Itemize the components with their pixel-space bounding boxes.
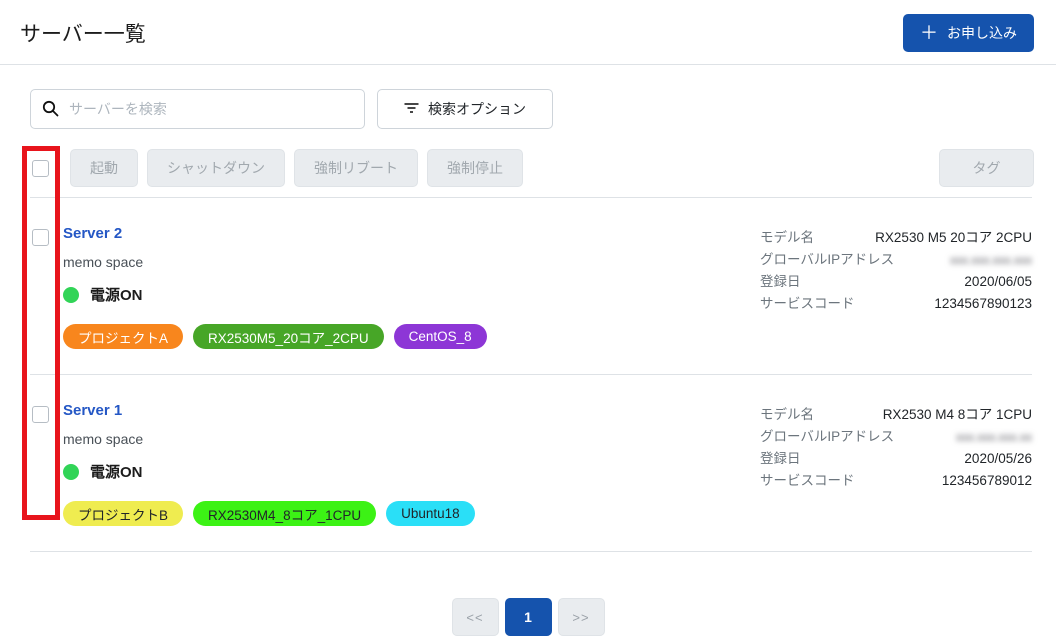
page-header: サーバー一覧 ＋ お申し込み [0,0,1056,64]
server-list: Server 2 memo space 電源ON プロジェクトA RX2530M5… [0,198,1056,552]
search-box [30,89,365,129]
search-input[interactable] [30,89,365,129]
search-icon [42,100,59,122]
pagination: << 1 >> [0,598,1056,636]
detail-label: サービスコード [760,470,855,492]
detail-value: 2020/05/26 [964,448,1032,470]
toolbar-actions: 起動シャットダウン強制リブート強制停止 [70,149,523,187]
toolbar-action-button[interactable]: 起動 [70,149,138,187]
pagination-page-1-button[interactable]: 1 [505,598,552,636]
server-row: Server 1 memo space 電源ON プロジェクトB RX2530M4… [0,375,1056,551]
detail-label: モデル名 [760,227,814,249]
apply-button[interactable]: ＋ お申し込み [903,14,1034,52]
server-details: モデル名 RX2530 M4 8コア 1CPUグローバルIPアドレス xxx.xxx… [760,404,1032,526]
server-detail-line: グローバルIPアドレス xxx.xxx.xxx.xx [760,426,1032,449]
server-detail-line: モデル名 RX2530 M5 20コア 2CPU [760,227,1032,249]
server-memo: memo space [63,254,760,270]
server-main: Server 1 memo space 電源ON プロジェクトB RX2530M4… [63,393,760,526]
detail-label: サービスコード [760,293,855,315]
detail-value: RX2530 M4 8コア 1CPU [883,404,1032,426]
detail-label: 登録日 [760,271,801,293]
server-memo: memo space [63,431,760,447]
row-divider [30,551,1032,552]
server-details: モデル名 RX2530 M5 20コア 2CPUグローバルIPアドレス xxx.xx… [760,227,1032,349]
detail-value: 2020/06/05 [964,271,1032,293]
toolbar-action-button[interactable]: 強制停止 [427,149,523,187]
server-row: Server 2 memo space 電源ON プロジェクトA RX2530M5… [0,198,1056,374]
server-detail-line: サービスコード 123456789012 [760,470,1032,492]
server-detail-line: モデル名 RX2530 M4 8コア 1CPU [760,404,1032,426]
server-power-status: 電源ON [63,461,760,482]
server-power-status: 電源ON [63,284,760,305]
server-row-checkbox[interactable] [32,406,49,423]
detail-value: RX2530 M5 20コア 2CPU [875,227,1032,249]
detail-label: グローバルIPアドレス [760,426,894,448]
server-row-checkbox[interactable] [32,229,49,246]
detail-value: 1234567890123 [934,293,1032,315]
search-row: 検索オプション [0,65,1056,147]
power-status-label: 電源ON [90,284,143,305]
select-all-checkbox[interactable] [32,160,49,177]
detail-value: 123456789012 [942,470,1032,492]
pagination-prev-button[interactable]: << [452,598,499,636]
server-tag-badge: RX2530M5_20コア_2CPU [193,324,384,349]
server-detail-line: 登録日 2020/06/05 [760,271,1032,293]
detail-label: モデル名 [760,404,814,426]
server-detail-line: グローバルIPアドレス xxx.xxx.xxx.xxx [760,249,1032,272]
server-detail-line: 登録日 2020/05/26 [760,448,1032,470]
power-status-label: 電源ON [90,461,143,482]
page-title: サーバー一覧 [20,18,146,48]
server-tag-badge: プロジェクトA [63,324,183,349]
detail-label: グローバルIPアドレス [760,249,894,271]
search-options-button[interactable]: 検索オプション [377,89,553,129]
server-name-link[interactable]: Server 2 [63,225,122,242]
server-tags: プロジェクトB RX2530M4_8コア_1CPU Ubuntu18 [63,501,760,526]
server-name-link[interactable]: Server 1 [63,402,122,419]
filter-icon [404,101,419,117]
toolbar-action-button[interactable]: 強制リブート [294,149,418,187]
search-options-label: 検索オプション [428,99,526,119]
server-tag-badge: プロジェクトB [63,501,183,526]
pagination-next-button[interactable]: >> [558,598,605,636]
bulk-action-toolbar: 起動シャットダウン強制リブート強制停止 タグ [0,147,1056,197]
power-on-dot-icon [63,287,79,303]
apply-button-label: お申し込み [947,23,1017,43]
server-tag-badge: Ubuntu18 [386,501,475,526]
detail-label: 登録日 [760,448,801,470]
power-on-dot-icon [63,464,79,480]
detail-value-masked: xxx.xxx.xxx.xxx [950,250,1032,272]
server-tags: プロジェクトA RX2530M5_20コア_2CPU CentOS_8 [63,324,760,349]
server-tag-badge: RX2530M4_8コア_1CPU [193,501,376,526]
server-tag-badge: CentOS_8 [394,324,487,349]
plus-icon: ＋ [920,24,938,42]
tag-button[interactable]: タグ [939,149,1034,187]
server-detail-line: サービスコード 1234567890123 [760,293,1032,315]
toolbar-action-button[interactable]: シャットダウン [147,149,285,187]
server-main: Server 2 memo space 電源ON プロジェクトA RX2530M5… [63,216,760,349]
detail-value-masked: xxx.xxx.xxx.xx [956,427,1032,449]
